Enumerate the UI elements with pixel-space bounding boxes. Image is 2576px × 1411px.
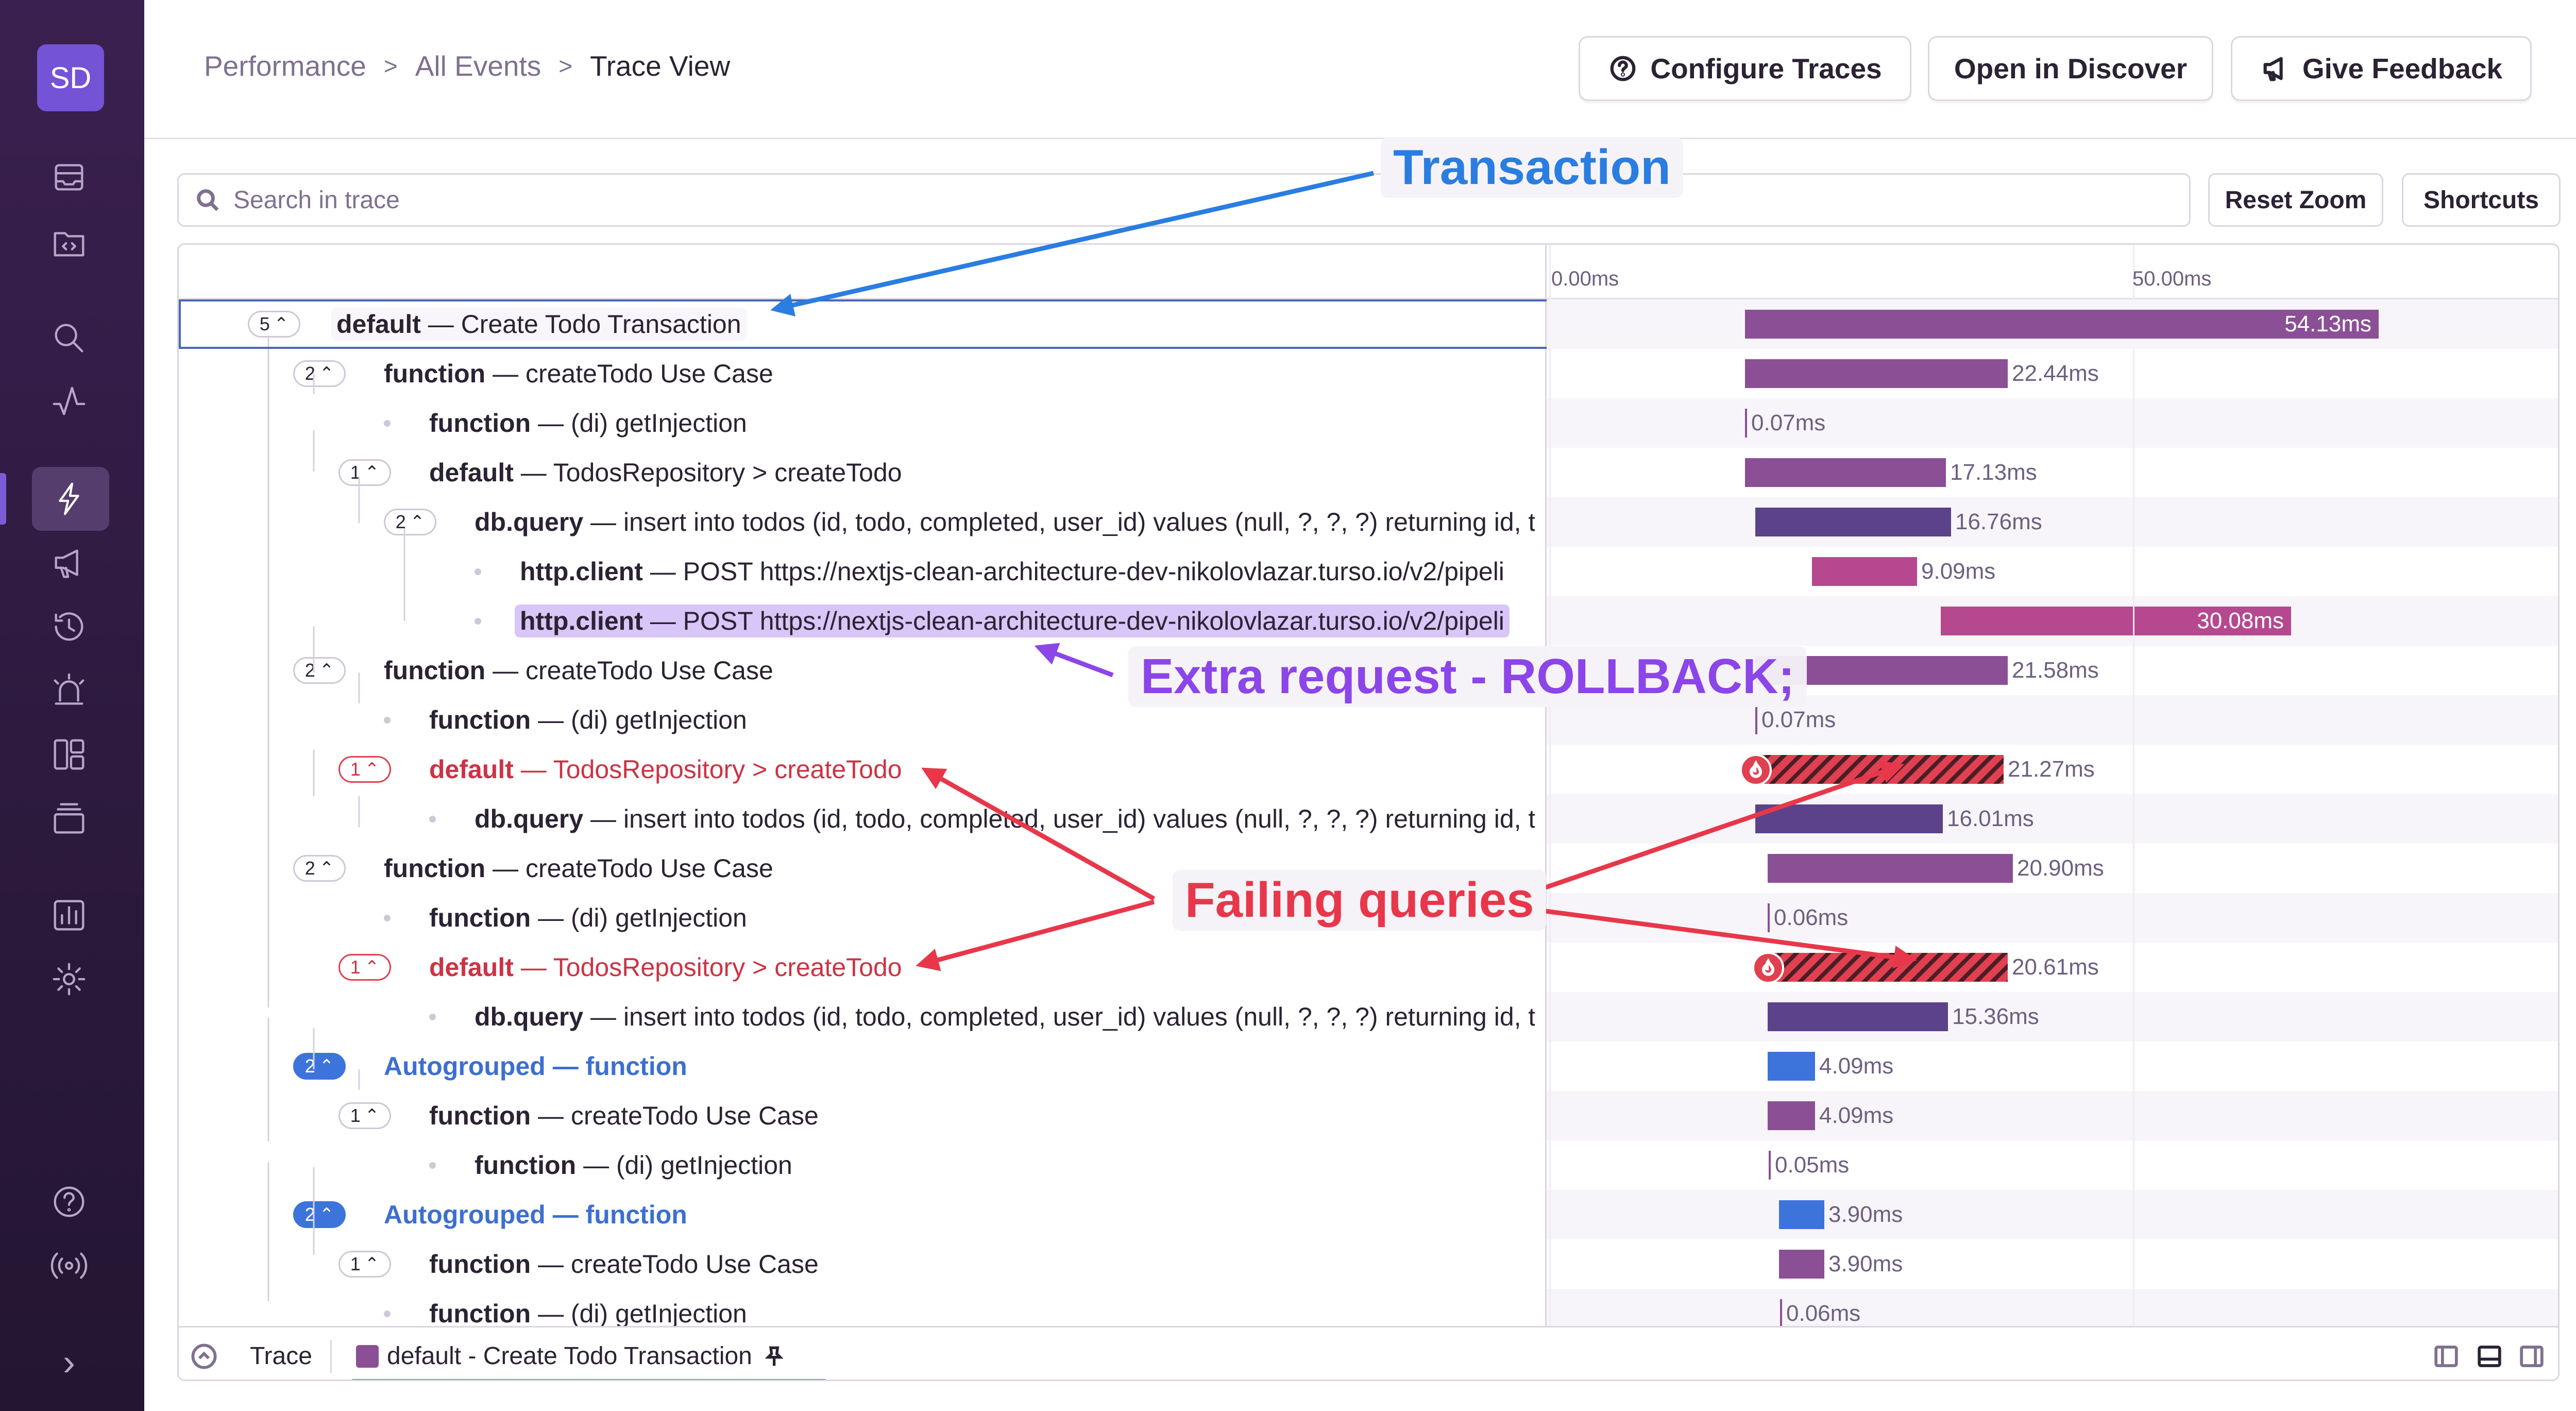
failing-query-arrow: [1545, 761, 1905, 890]
extra-request-annotation: Extra request - ROLLBACK;: [1128, 646, 1807, 707]
failing-query-arrow: [916, 899, 1155, 971]
extra-request-arrow: [1034, 643, 1114, 678]
failing-query-arrow: [921, 767, 1156, 901]
transaction-arrow: [770, 171, 1374, 316]
transaction-annotation: Transaction: [1381, 137, 1683, 198]
failing-query-arrow: [1545, 909, 1917, 969]
failing-queries-annotation: Failing queries: [1173, 870, 1547, 931]
